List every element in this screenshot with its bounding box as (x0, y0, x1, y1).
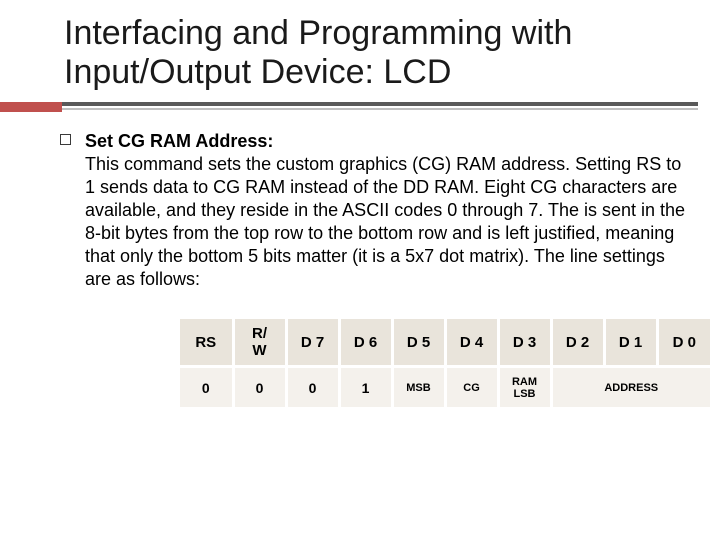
cell-address: ADDRESS (551, 367, 710, 407)
col-d5: D 5 (392, 319, 445, 367)
square-bullet-icon (60, 134, 71, 145)
body-text: Set CG RAM Address: This command sets th… (85, 130, 690, 291)
cell-rw: 0 (233, 367, 286, 407)
col-d7: D 7 (286, 319, 339, 367)
slide-title: Interfacing and Programming with Input/O… (0, 0, 720, 102)
table-row: 0 0 0 1 MSB CG RAM LSB ADDRESS (180, 367, 710, 407)
title-rule (0, 102, 720, 116)
cell-d7: 0 (286, 367, 339, 407)
cell-d3: RAM LSB (498, 367, 551, 407)
cell-d5: MSB (392, 367, 445, 407)
col-d6: D 6 (339, 319, 392, 367)
bit-table: RS R/ W D 7 D 6 D 5 D 4 D 3 D 2 D 1 D 0 … (180, 319, 710, 407)
col-d1: D 1 (604, 319, 657, 367)
col-d2: D 2 (551, 319, 604, 367)
section-heading: Set CG RAM Address: (85, 131, 273, 151)
bullet-item: Set CG RAM Address: This command sets th… (60, 130, 690, 291)
col-rs: RS (180, 319, 233, 367)
col-d3: D 3 (498, 319, 551, 367)
accent-bar (0, 102, 62, 112)
col-rw: R/ W (233, 319, 286, 367)
cell-rs: 0 (180, 367, 233, 407)
cell-d6: 1 (339, 367, 392, 407)
cell-d4: CG (445, 367, 498, 407)
col-d0: D 0 (657, 319, 710, 367)
content-area: Set CG RAM Address: This command sets th… (0, 130, 720, 407)
table-header-row: RS R/ W D 7 D 6 D 5 D 4 D 3 D 2 D 1 D 0 (180, 319, 710, 367)
col-d4: D 4 (445, 319, 498, 367)
section-body: This command sets the custom graphics (C… (85, 154, 685, 289)
